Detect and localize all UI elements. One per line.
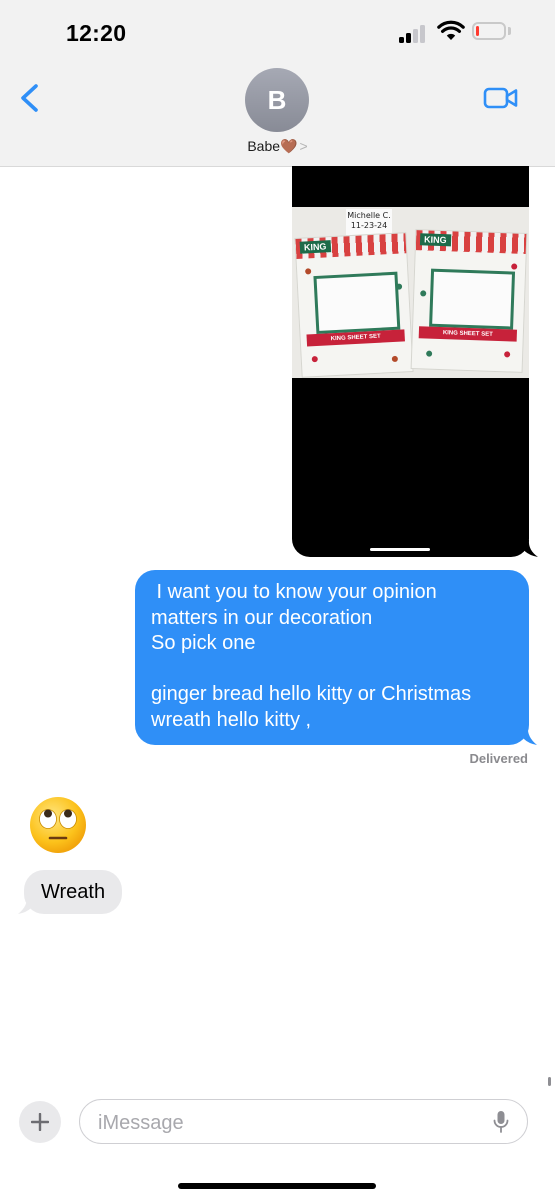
sheet-set-photo[interactable]: Michelle C. 11-23-24 KING KING SHEET SET…: [292, 207, 529, 378]
battery-level-fill: [476, 26, 479, 36]
message-line: So pick one: [151, 632, 256, 654]
pattern-dot: [391, 355, 399, 363]
microphone-icon[interactable]: [493, 1110, 509, 1134]
video-scrubber-bar: [370, 548, 430, 551]
outgoing-bubble-tail: [519, 727, 537, 745]
home-indicator[interactable]: [178, 1183, 376, 1189]
conversation-header: 12:20 B Babe🤎 >: [0, 0, 555, 167]
imessage-input-field[interactable]: [79, 1099, 528, 1144]
scroll-indicator[interactable]: [548, 1077, 551, 1086]
contact-name: Babe: [247, 138, 281, 154]
pattern-dot: [305, 268, 312, 275]
chevron-right-icon: >: [299, 138, 308, 154]
battery-cap: [508, 27, 511, 35]
chevron-left-icon[interactable]: [18, 83, 42, 113]
plus-button[interactable]: [19, 1101, 61, 1143]
package-subtitle: KING SHEET SET: [418, 326, 518, 342]
incoming-message-bubble[interactable]: Wreath: [24, 870, 123, 914]
handwritten-note: Michelle C. 11-23-24: [346, 209, 392, 235]
brown-heart-emoji: 🤎: [280, 138, 298, 154]
battery-icon: [472, 22, 506, 40]
plus-icon: [31, 1113, 49, 1131]
rolling-eyes-emoji[interactable]: [28, 795, 88, 855]
message-line: wreath hello kitty ,: [151, 708, 312, 731]
incoming-bubble-tail: [18, 896, 36, 914]
message-text: Wreath: [41, 881, 106, 903]
package-label: KING: [299, 240, 331, 254]
cellular-signal-icon: [399, 25, 429, 43]
message-line: [151, 657, 515, 683]
pattern-dot: [426, 350, 433, 357]
package-gingerbread: KING KING SHEET SET: [294, 232, 414, 378]
pattern-dot: [311, 355, 318, 363]
wifi-icon: [437, 20, 465, 40]
package-window: [429, 268, 516, 330]
contact-avatar[interactable]: B: [245, 68, 309, 132]
video-camera-icon[interactable]: [483, 86, 519, 110]
message-line: ginger bread hello kitty or Christmas: [151, 683, 472, 705]
package-label: KING: [419, 233, 451, 247]
package-window: [313, 271, 401, 335]
pattern-dot: [511, 263, 518, 270]
status-time: 12:20: [66, 20, 127, 46]
pattern-dot: [504, 351, 511, 358]
message-line: I want you to know your opinion: [151, 581, 437, 603]
contact-name-button[interactable]: Babe🤎 >: [0, 138, 555, 155]
package-wreath: KING KING SHEET SET: [410, 229, 528, 373]
pattern-dot: [420, 290, 427, 297]
message-line: matters in our decoration: [151, 606, 373, 629]
outgoing-message-bubble[interactable]: I want you to know your opinion matters …: [135, 570, 529, 745]
pattern-dot: [395, 283, 403, 290]
message-text-input[interactable]: [96, 1108, 480, 1138]
avatar-initial: B: [267, 84, 287, 115]
image-bubble-tail: [520, 540, 538, 557]
delivery-status: Delivered: [469, 751, 528, 766]
